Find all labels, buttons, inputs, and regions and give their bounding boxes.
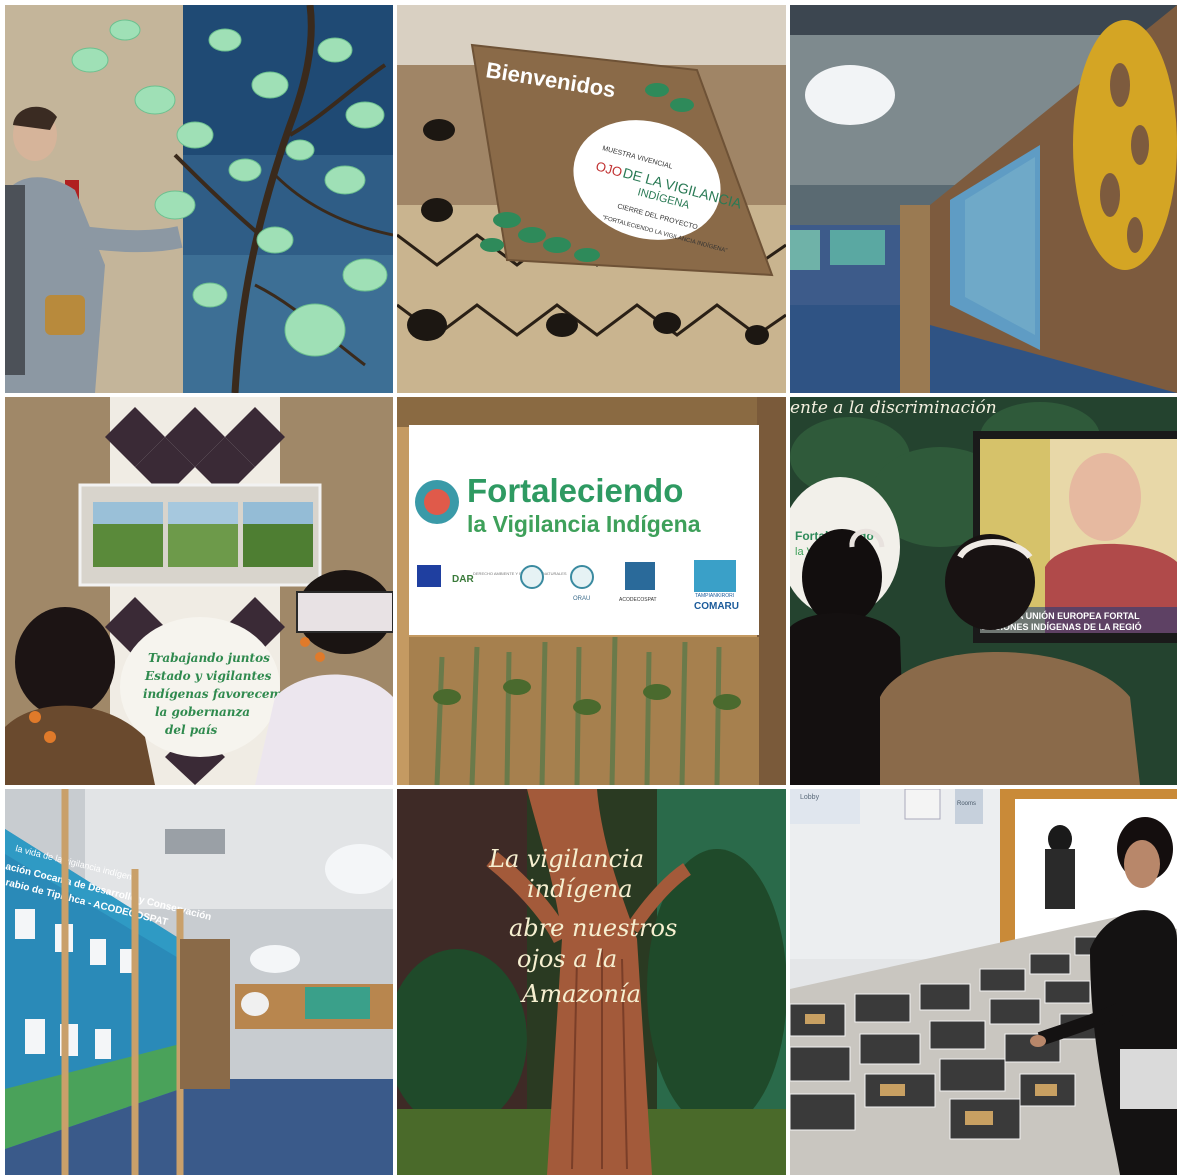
governance-line-3: indígenas favorecemos — [143, 687, 297, 701]
tree-line-5: Amazonía — [520, 980, 641, 1008]
banner-logo-acodecospat: ACODECOSPAT — [619, 597, 657, 603]
tree-line-2: indígena — [527, 875, 633, 903]
tree-line-4: ojos a la — [517, 945, 617, 973]
photo-exhibit-corridor — [790, 5, 1177, 393]
banner-title-2: la Vigilancia Indígena — [467, 511, 701, 537]
banner-logo-comaru: COMARU — [694, 601, 739, 612]
governance-line-5: del país — [165, 723, 217, 737]
video-wall-text: ente a la discriminación — [790, 398, 997, 418]
governance-line-1: Trabajando juntos — [148, 651, 270, 665]
governance-line-2: Estado y vigilantes — [144, 669, 272, 683]
tree-line-1: La vigilancia — [488, 845, 644, 873]
banner-logo-comaru-top: TAMPIANKIRORI — [695, 593, 734, 599]
books-sign-2: Rooms — [957, 801, 976, 807]
banner-logo-orau: ORAU — [573, 596, 590, 602]
photo-governance-sign: Trabajando juntos Estado y vigilantes in… — [5, 397, 393, 785]
photo-tree-message: La vigilancia indígena abre nuestros ojo… — [397, 789, 786, 1175]
banner-title-1: Fortaleciendo — [467, 472, 683, 509]
governance-line-4: la gobernanza — [155, 705, 250, 719]
photo-video-screen: ente a la discriminación Fortaleciendo l… — [790, 397, 1177, 785]
banner-logo-dar-text: DERECHO AMBIENTE Y RECURSOS NATURALES — [473, 571, 567, 576]
photo-books-table: Lobby Rooms — [790, 789, 1177, 1175]
photo-collage: Bienvenidos MUESTRA VIVENCIAL OJO DE LA … — [0, 0, 1177, 1175]
books-sign-1: Lobby — [800, 794, 820, 801]
photo-exhibit-room: la vida de la vigilancia indígena ación … — [5, 789, 393, 1175]
tree-line-3: abre nuestros — [509, 914, 677, 942]
banner-logo-dar: DAR — [452, 574, 474, 585]
photo-woman-leaves — [5, 5, 393, 393]
photo-welcome-sign: Bienvenidos MUESTRA VIVENCIAL OJO DE LA … — [397, 5, 786, 393]
photo-project-banner: Fortaleciendo la Vigilancia Indígena DAR… — [397, 397, 786, 785]
